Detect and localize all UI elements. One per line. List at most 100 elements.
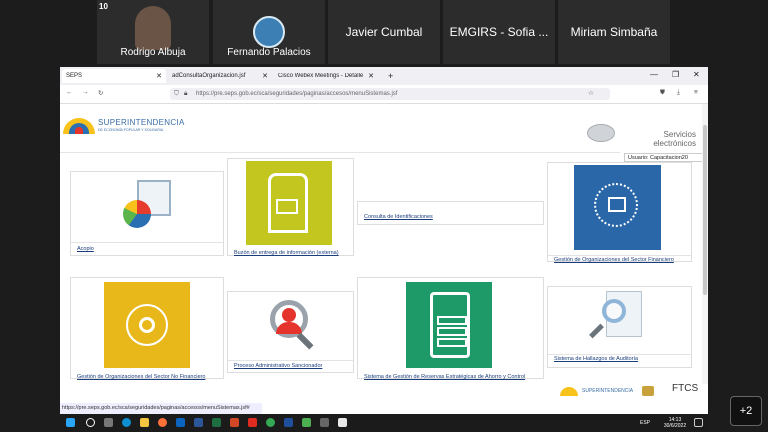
card-label[interactable]: Proceso Administrativo Sancionador [234,363,322,369]
system-card-buzon[interactable]: Buzón de entrega de información (externa… [227,158,354,256]
card-label[interactable]: Sistema de Hallazgos de Auditoría [554,356,638,362]
header-divider [60,152,620,153]
participant-tile-javier[interactable]: Javier Cumbal [328,0,440,64]
tab-label: SEPS [66,73,83,79]
word-icon[interactable] [194,418,203,427]
footer-logo: SUPERINTENDENCIA [560,383,638,399]
participant-tile-sofia[interactable]: EMGIRS - Sofia ... [443,0,555,64]
minimize-icon[interactable]: — [650,70,658,79]
reload-icon[interactable]: ↻ [98,89,103,97]
gear-network-icon [104,282,190,368]
card-label[interactable]: Gestión de Organizaciones del Sector Fin… [554,257,674,263]
system-card-reservas[interactable]: Sistema de Gestión de Reservas Estratégi… [357,277,544,380]
participant-tile-miriam[interactable]: Miriam Simbaña [558,0,670,64]
browser-window: SEPS ✕ adConsultaOrganizacion.jsf ✕ Cisc… [60,67,708,414]
participant-name: Javier Cumbal [345,25,423,39]
mouse-icon [587,124,615,142]
system-card-financiero[interactable]: Gestión de Organizaciones del Sector Fin… [547,162,692,263]
system-card-acopio[interactable]: Acopio [70,171,224,256]
menu-icon[interactable]: ≡ [694,89,698,96]
card-label[interactable]: Acopio [77,246,94,252]
card-label[interactable]: Buzón de entrega de información (externa… [234,250,339,256]
participant-tile-fernando[interactable]: Fernando Palacios [213,0,325,64]
bookmark-star-icon[interactable]: ☆ [588,89,594,97]
system-card-no-financiero[interactable]: Gestión de Organizaciones del Sector No … [70,277,224,380]
bank-network-icon [574,165,661,250]
logo-title: SUPERINTENDENCIA [98,118,185,127]
participant-name: Miriam Simbaña [570,25,658,39]
card-divider [548,255,691,256]
logo-subtitle: DE ECONOMÍA POPULAR Y SOLIDARIA [98,128,164,132]
search-icon[interactable] [86,418,95,427]
person-search-icon [266,296,316,350]
participant-name: Fernando Palacios [227,47,311,58]
maximize-icon[interactable]: ❐ [672,70,679,79]
app-icon[interactable] [284,418,293,427]
participant-name: Rodrigo Albuja [120,47,186,58]
page-content: SUPERINTENDENCIA DE ECONOMÍA POPULAR Y S… [60,104,708,404]
windows-start-icon[interactable] [66,418,75,427]
card-divider [228,360,353,361]
reserves-form-icon [406,282,492,368]
chrome-icon[interactable] [266,418,275,427]
close-icon[interactable]: ✕ [368,72,374,80]
participant-avatar [253,16,285,48]
tab-webex[interactable]: Cisco Webex Meetings - Detalle ✕ [274,69,378,83]
participant-badge: 10 [99,2,108,11]
notification-icon[interactable] [694,418,703,427]
firefox-icon[interactable] [158,418,167,427]
card-label[interactable]: Consulta de Identificaciones [364,214,433,220]
close-icon[interactable]: ✕ [156,72,162,80]
user-menu[interactable]: Usuario: Capacitacion20 [624,153,704,162]
audit-document-icon [588,291,648,347]
new-tab-button[interactable]: + [384,69,398,83]
services-title: Servicios electrónicos [653,130,696,148]
nav-bar: ← → ↻ https://pre.seps.gob.ec/sca/seguri… [60,85,708,104]
participant-tile-rodrigo[interactable]: 10 Rodrigo Albuja [97,0,209,64]
tab-label: adConsultaOrganizacion.jsf [172,73,246,79]
participant-name: EMGIRS - Sofia ... [449,25,549,39]
powerpoint-icon[interactable] [230,418,239,427]
card-divider [548,354,691,355]
file-explorer-icon[interactable] [140,418,149,427]
tab-seps[interactable]: SEPS ✕ [62,69,166,83]
app-icon[interactable] [302,418,311,427]
pocket-icon[interactable]: ⛊ [660,89,665,97]
tray-clock[interactable]: 14:13 30/6/2022 [660,417,690,429]
tray-lang[interactable]: ESP [640,420,650,426]
seps-logo[interactable]: SUPERINTENDENCIA DE ECONOMÍA POPULAR Y S… [60,104,184,140]
card-label[interactable]: Gestión de Organizaciones del Sector No … [77,374,205,380]
task-view-icon[interactable] [104,418,113,427]
system-card-sancionador[interactable]: Proceso Administrativo Sancionador [227,291,354,373]
participant-video [135,6,171,50]
tab-consulta[interactable]: adConsultaOrganizacion.jsf ✕ [168,69,272,83]
status-url: https://pre.seps.gob.ec/sca/seguridades/… [60,403,262,414]
mailbox-icon [246,161,332,245]
app-icon[interactable] [320,418,329,427]
logo-mark-icon [63,118,95,134]
scrollbar-thumb[interactable] [703,125,707,295]
card-label[interactable]: Sistema de Gestión de Reservas Estratégi… [364,374,525,380]
chart-icon [123,180,171,230]
card-divider [71,242,223,243]
more-participants-button[interactable]: +2 [730,396,762,426]
logo-mark-icon [560,387,578,396]
lock-icon: 🔒︎ [184,90,188,97]
pdf-icon[interactable] [248,418,257,427]
back-icon[interactable]: ← [66,89,73,96]
forward-icon[interactable]: → [82,89,89,96]
shield-icon: ⛉ [174,90,179,97]
outlook-icon[interactable] [176,418,185,427]
download-icon[interactable]: ⤓ [677,89,680,97]
excel-icon[interactable] [212,418,221,427]
system-card-hallazgos[interactable]: Sistema de Hallazgos de Auditoría [547,286,692,368]
address-bar[interactable]: https://pre.seps.gob.ec/sca/seguridades/… [170,88,610,100]
tab-label: Cisco Webex Meetings - Detalle [278,73,364,79]
system-card-consulta[interactable]: Consulta de Identificaciones [357,201,544,225]
close-window-icon[interactable]: ✕ [693,70,700,79]
app-icon[interactable] [338,418,347,427]
edge-icon[interactable] [122,418,131,427]
windows-taskbar: ESP 14:13 30/6/2022 [60,414,708,432]
tab-bar: SEPS ✕ adConsultaOrganizacion.jsf ✕ Cisc… [60,67,708,85]
close-icon[interactable]: ✕ [262,72,268,80]
